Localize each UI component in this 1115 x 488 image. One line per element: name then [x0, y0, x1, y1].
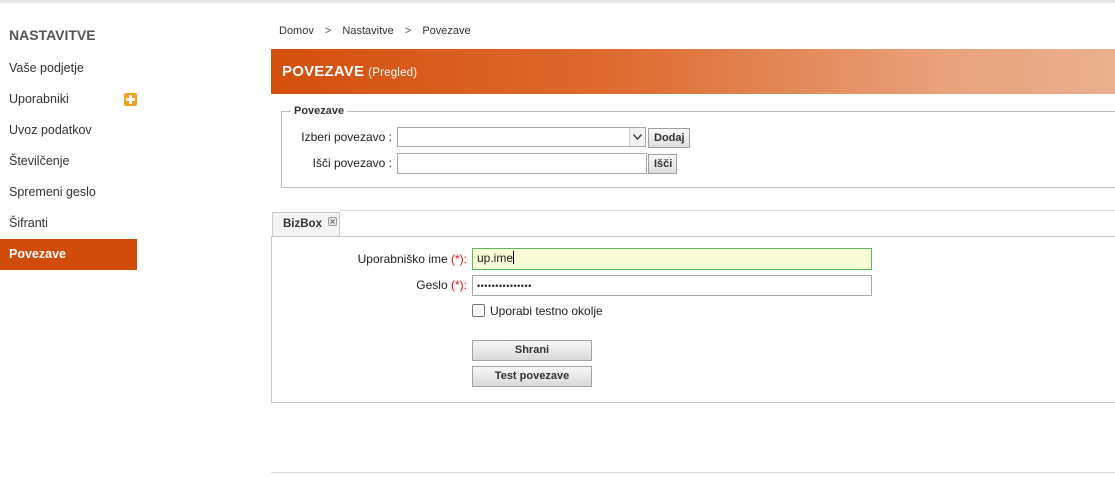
connection-select[interactable]	[397, 127, 646, 147]
text-caret	[513, 251, 515, 264]
tab-strip-divider	[340, 210, 1115, 211]
test-environment-checkbox[interactable]	[472, 304, 485, 317]
add-connection-button[interactable]: Dodaj	[648, 128, 690, 148]
username-label: Uporabniško ime (*):	[267, 252, 467, 266]
breadcrumb-item-domov[interactable]: Domov	[279, 25, 314, 37]
sidebar-item-label: Uporabniki	[9, 92, 69, 106]
sidebar-item-label: Šifranti	[9, 216, 48, 230]
sidebar: NASTAVITVE Vaše podjetje Uporabniki Uvoz…	[0, 22, 137, 270]
password-field[interactable]: •••••••••••••••	[472, 275, 872, 296]
select-connection-label: Izberi povezavo :	[301, 130, 392, 144]
username-field[interactable]: up.ime	[472, 248, 872, 270]
chevron-down-icon[interactable]	[629, 128, 645, 146]
breadcrumb-item-povezave: Povezave	[422, 25, 471, 37]
page-title: POVEZAVE (Pregled)	[282, 63, 417, 80]
page-title-text: POVEZAVE	[282, 63, 365, 80]
page-subtitle: (Pregled)	[368, 67, 418, 79]
breadcrumb-separator: >	[324, 25, 332, 37]
password-label: Geslo (*):	[267, 278, 467, 292]
search-connection-label: Išči povezavo :	[312, 156, 392, 170]
fieldset-legend: Povezave	[291, 105, 348, 117]
sidebar-item-label: Številčenje	[9, 154, 70, 168]
sidebar-item-vase-podjetje[interactable]: Vaše podjetje	[0, 53, 137, 84]
sidebar-item-label: Vaše podjetje	[9, 61, 84, 75]
test-connection-button[interactable]: Test povezave	[472, 366, 592, 387]
username-label-text: Uporabniško ime	[357, 252, 448, 266]
add-plus-icon[interactable]	[124, 93, 137, 106]
top-border	[0, 0, 1115, 3]
password-label-text: Geslo	[416, 278, 448, 292]
povezave-fieldset: Povezave	[281, 105, 1115, 188]
sidebar-item-label: Povezave	[9, 247, 66, 261]
search-button[interactable]: Išči	[648, 154, 677, 174]
test-environment-label[interactable]: Uporabi testno okolje	[490, 304, 603, 318]
sidebar-item-uvoz-podatkov[interactable]: Uvoz podatkov	[0, 115, 137, 146]
sidebar-item-label: Uvoz podatkov	[9, 123, 92, 137]
breadcrumb-item-nastavitve[interactable]: Nastavitve	[342, 25, 393, 37]
bottom-divider	[271, 472, 1115, 473]
tab-bizbox[interactable]: BizBox	[272, 212, 340, 236]
page-header: POVEZAVE (Pregled)	[271, 49, 1115, 94]
breadcrumb-separator: >	[404, 25, 412, 37]
required-marker: (*):	[451, 278, 467, 292]
required-marker: (*):	[451, 252, 467, 266]
tab-label: BizBox	[283, 218, 322, 230]
sidebar-item-uporabniki[interactable]: Uporabniki	[0, 84, 137, 115]
sidebar-item-povezave[interactable]: Povezave	[0, 239, 137, 270]
breadcrumb: Domov > Nastavitve > Povezave	[279, 25, 471, 37]
sidebar-title: NASTAVITVE	[9, 27, 96, 43]
sidebar-item-stevilcenje[interactable]: Številčenje	[0, 146, 137, 177]
close-icon[interactable]	[328, 217, 337, 226]
search-connection-input[interactable]	[397, 153, 647, 174]
sidebar-item-spremeni-geslo[interactable]: Spremeni geslo	[0, 177, 137, 208]
save-button[interactable]: Shrani	[472, 340, 592, 361]
sidebar-item-sifranti[interactable]: Šifranti	[0, 208, 137, 239]
password-value: •••••••••••••••	[477, 281, 532, 291]
sidebar-item-label: Spremeni geslo	[9, 185, 96, 199]
username-value: up.ime	[477, 251, 514, 265]
